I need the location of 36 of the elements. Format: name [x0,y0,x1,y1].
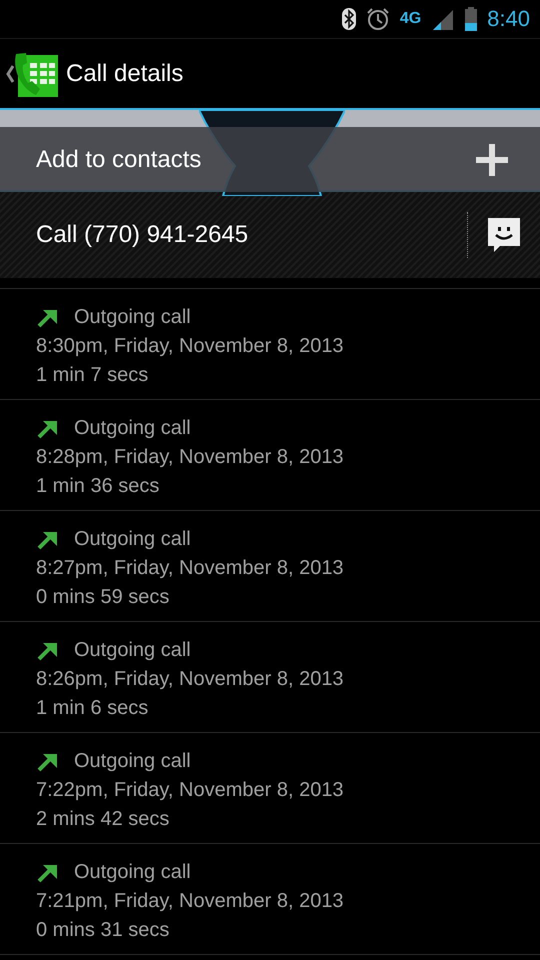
call-duration-label: 0 mins 31 secs [36,918,170,943]
call-type-label: Outgoing call [74,528,191,551]
call-type-label: Outgoing call [74,750,191,773]
call-log-entry[interactable]: Outgoing call 8:28pm, Friday, November 8, 2013 1 min 36 secs [0,400,540,511]
battery-icon [465,7,478,31]
call-time-label: 7:21pm, Friday, November 8, 2013 [36,889,345,914]
call-type-label: Outgoing call [74,306,191,329]
call-log-entry[interactable]: Outgoing call 7:21pm, Friday, November 8, 2013 0 mins 31 secs [0,844,540,955]
signal-icon [431,8,456,30]
screen-title: Call details [66,60,184,88]
call-log-entry[interactable]: Outgoing call 8:26pm, Friday, November 8, 2013 1 min 6 secs [0,622,540,733]
call-log-entry[interactable]: Outgoing call 8:30pm, Friday, November 8, 2013 1 min 7 secs [0,289,540,400]
bluetooth-icon [342,8,356,30]
call-duration-label: 1 min 36 secs [36,474,160,499]
call-duration-label: 1 min 6 secs [36,696,150,721]
message-icon [488,218,520,252]
phone-app-icon [14,50,58,96]
call-type-label: Outgoing call [74,417,191,440]
call-log-entry[interactable]: Outgoing call 8:27pm, Friday, November 8, 2013 0 mins 59 secs [0,511,540,622]
call-duration-label: 1 min 7 secs [36,363,150,388]
back-caret-icon [6,64,14,82]
status-time: 8:40 [487,6,530,32]
plus-icon [476,144,508,176]
call-type-label: Outgoing call [74,639,191,662]
call-time-label: 8:30pm, Friday, November 8, 2013 [36,334,345,359]
call-time-label: 7:22pm, Friday, November 8, 2013 [36,778,345,803]
network-label: 4G [400,10,422,28]
call-time-label: 8:26pm, Friday, November 8, 2013 [36,667,345,692]
call-duration-label: 0 mins 59 secs [36,585,170,610]
call-log-entry[interactable]: Outgoing call 7:22pm, Friday, November 8, 2013 2 mins 42 secs [0,733,540,844]
call-time-label: 8:27pm, Friday, November 8, 2013 [36,556,345,581]
call-time-label: 8:28pm, Friday, November 8, 2013 [36,445,345,470]
call-duration-label: 2 mins 42 secs [36,807,170,832]
add-to-contacts-button[interactable]: Add to contacts [0,127,540,192]
call-type-label: Outgoing call [74,861,191,884]
alarm-clock-icon [366,8,390,30]
